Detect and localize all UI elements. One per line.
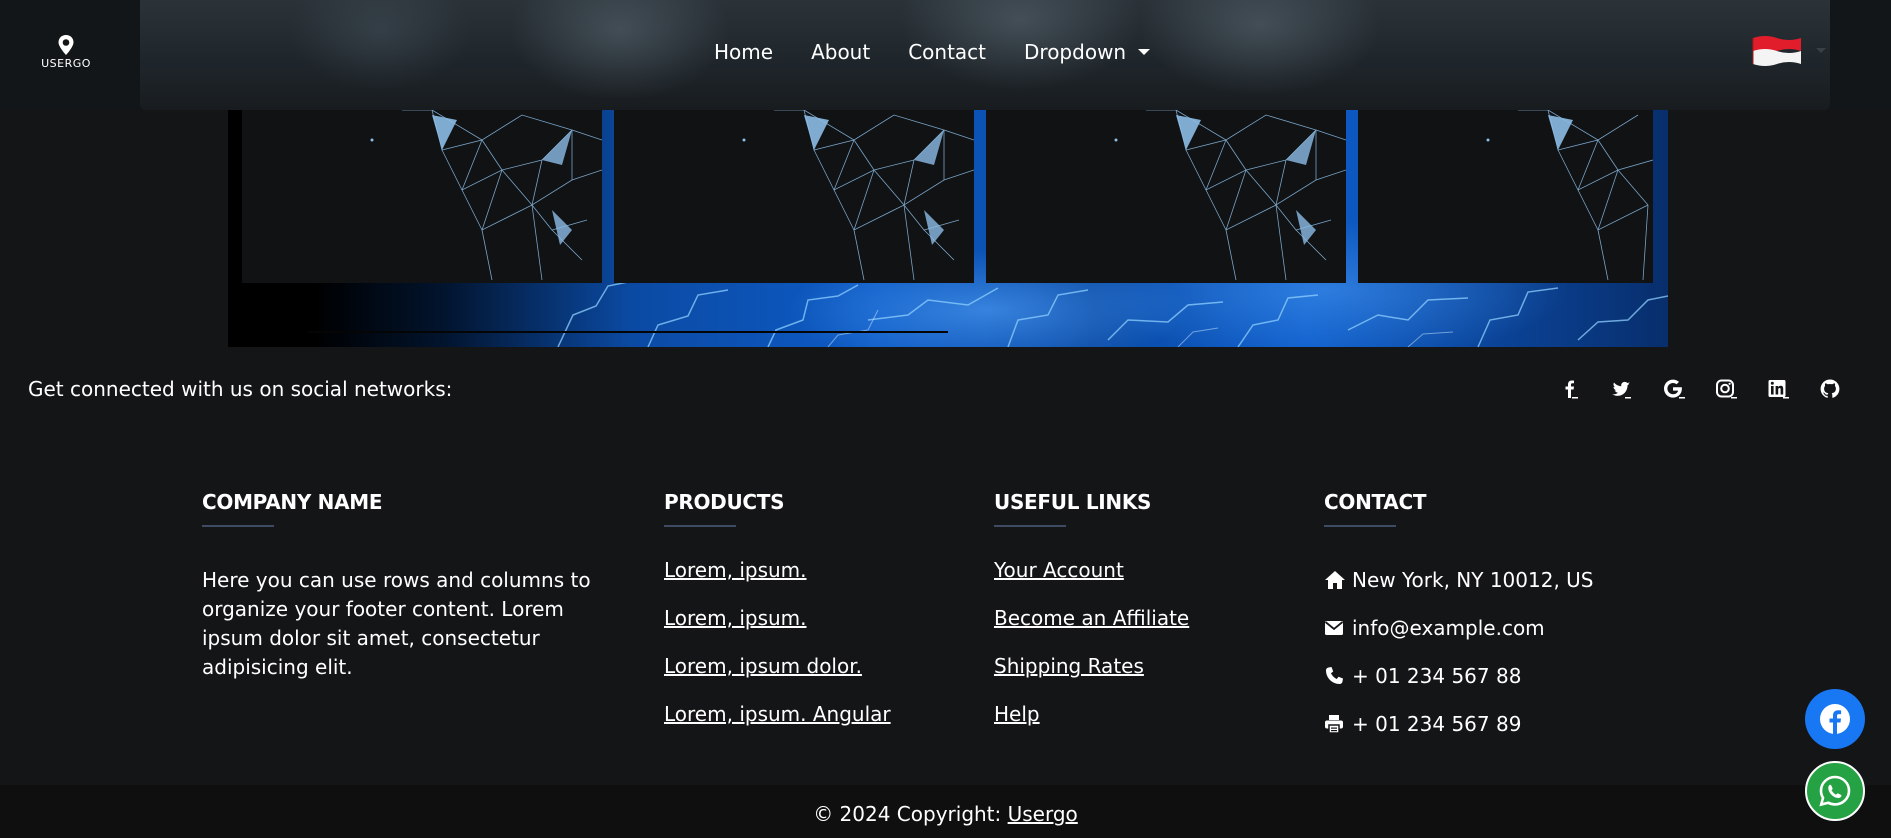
fax-text: + 01 234 567 89 bbox=[1352, 711, 1522, 736]
product-link[interactable]: Lorem, ipsum. Angular bbox=[664, 702, 891, 726]
twitter-icon[interactable] bbox=[1609, 377, 1633, 401]
carousel-slide[interactable] bbox=[614, 110, 974, 283]
section-divider bbox=[994, 525, 1066, 527]
instagram-icon[interactable] bbox=[1714, 377, 1738, 401]
home-icon bbox=[1325, 571, 1345, 589]
footer-contact-column: CONTACT New York, NY 10012, US info@exam… bbox=[1324, 490, 1594, 748]
linkedin-icon[interactable] bbox=[1766, 377, 1790, 401]
shipping-rates-link[interactable]: Shipping Rates bbox=[994, 654, 1144, 678]
contact-list: New York, NY 10012, US info@example.com … bbox=[1324, 556, 1594, 748]
help-link[interactable]: Help bbox=[994, 702, 1040, 726]
your-account-link[interactable]: Your Account bbox=[994, 558, 1124, 582]
company-description: Here you can use rows and columns to org… bbox=[202, 568, 591, 679]
product-link[interactable]: Lorem, ipsum. bbox=[664, 558, 807, 582]
phone-icon bbox=[1326, 667, 1343, 684]
footer-company-column: COMPANY NAME Here you can use rows and c… bbox=[202, 490, 592, 682]
brand-name: USERGO bbox=[41, 57, 91, 70]
nav-dropdown-label: Dropdown bbox=[1024, 40, 1127, 64]
phone-text: + 01 234 567 88 bbox=[1352, 663, 1522, 688]
affiliate-link[interactable]: Become an Affiliate bbox=[994, 606, 1189, 630]
footer-products-column: PRODUCTS Lorem, ipsum. Lorem, ipsum. Lor… bbox=[664, 490, 891, 748]
nav-about[interactable]: About bbox=[811, 40, 870, 64]
products-title: PRODUCTS bbox=[664, 490, 785, 514]
list-item: Lorem, ipsum. bbox=[664, 604, 891, 652]
network-graphic bbox=[742, 110, 974, 281]
list-item: Lorem, ipsum. bbox=[664, 556, 891, 604]
google-icon[interactable] bbox=[1662, 377, 1686, 401]
image-carousel bbox=[228, 110, 1668, 347]
github-icon[interactable] bbox=[1818, 377, 1842, 401]
contact-fax: + 01 234 567 89 bbox=[1324, 700, 1594, 748]
language-caret-icon[interactable] bbox=[1816, 48, 1826, 53]
facebook-float-button[interactable] bbox=[1805, 689, 1865, 749]
carousel-slide[interactable] bbox=[242, 110, 602, 283]
indonesia-flag-icon[interactable] bbox=[1749, 32, 1805, 70]
brand-logo[interactable]: USERGO bbox=[38, 34, 94, 76]
usergo-link[interactable]: Usergo bbox=[1008, 802, 1078, 826]
address-text: New York, NY 10012, US bbox=[1352, 567, 1594, 592]
useful-links-title: USEFUL LINKS bbox=[994, 490, 1152, 514]
network-graphic bbox=[370, 110, 602, 281]
facebook-icon[interactable] bbox=[1558, 377, 1582, 401]
products-list: Lorem, ipsum. Lorem, ipsum. Lorem, ipsum… bbox=[664, 556, 891, 748]
list-item: Help bbox=[994, 700, 1189, 748]
footer-useful-links-column: USEFUL LINKS Your Account Become an Affi… bbox=[994, 490, 1189, 748]
whatsapp-float-button[interactable] bbox=[1805, 761, 1865, 821]
facebook-circle-icon bbox=[1820, 704, 1850, 734]
network-graphic bbox=[1486, 110, 1653, 281]
useful-links-list: Your Account Become an Affiliate Shippin… bbox=[994, 556, 1189, 748]
product-link[interactable]: Lorem, ipsum dolor. bbox=[664, 654, 862, 678]
email-text: info@example.com bbox=[1352, 615, 1545, 640]
list-item: Shipping Rates bbox=[994, 652, 1189, 700]
copyright-prefix: © 2024 Copyright: bbox=[813, 802, 1002, 826]
contact-phone: + 01 234 567 88 bbox=[1324, 652, 1594, 700]
list-item: Become an Affiliate bbox=[994, 604, 1189, 652]
navbar: USERGO Home About Contact Dropdown bbox=[0, 0, 1891, 110]
list-item: Your Account bbox=[994, 556, 1189, 604]
carousel-slide[interactable] bbox=[1358, 110, 1653, 283]
envelope-icon bbox=[1324, 621, 1344, 635]
contact-title: CONTACT bbox=[1324, 490, 1427, 514]
whatsapp-icon bbox=[1819, 775, 1851, 807]
network-graphic bbox=[1114, 110, 1346, 281]
section-divider bbox=[664, 525, 736, 527]
location-pin-icon bbox=[58, 35, 74, 55]
company-title: COMPANY NAME bbox=[202, 490, 383, 514]
list-item: Lorem, ipsum. Angular bbox=[664, 700, 891, 748]
printer-icon bbox=[1325, 715, 1343, 734]
contact-address: New York, NY 10012, US bbox=[1324, 556, 1594, 604]
caret-down-icon bbox=[1138, 48, 1151, 55]
section-divider bbox=[202, 525, 274, 527]
product-link[interactable]: Lorem, ipsum. bbox=[664, 606, 807, 630]
section-divider bbox=[1324, 525, 1396, 527]
copyright-text: © 2024 Copyright: Usergo bbox=[0, 802, 1891, 826]
nav-contact[interactable]: Contact bbox=[908, 40, 986, 64]
nav-menu: Home About Contact Dropdown bbox=[714, 40, 1188, 64]
carousel-slide[interactable] bbox=[986, 110, 1346, 283]
copyright-bar: © 2024 Copyright: Usergo bbox=[0, 785, 1891, 838]
carousel-indicator[interactable] bbox=[308, 331, 948, 333]
list-item: Lorem, ipsum dolor. bbox=[664, 652, 891, 700]
nav-home[interactable]: Home bbox=[714, 40, 773, 64]
contact-email: info@example.com bbox=[1324, 604, 1594, 652]
social-heading: Get connected with us on social networks… bbox=[28, 377, 453, 401]
nav-dropdown[interactable]: Dropdown bbox=[1024, 40, 1151, 64]
